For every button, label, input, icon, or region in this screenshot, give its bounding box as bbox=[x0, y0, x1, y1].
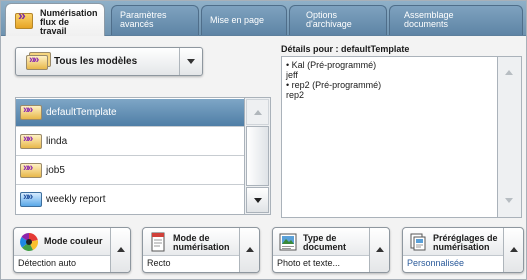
template-name: linda bbox=[46, 136, 68, 147]
color-mode-button[interactable]: Mode couleur Détection auto bbox=[13, 227, 131, 273]
tab-label: Paramètres avancés bbox=[120, 10, 167, 29]
chevron-down-icon[interactable] bbox=[179, 48, 202, 75]
chevron-up-icon[interactable] bbox=[369, 228, 389, 272]
chevron-up-icon[interactable] bbox=[239, 228, 259, 272]
tab-build-job[interactable]: Assemblage documents bbox=[389, 5, 523, 35]
scan-presets-icon bbox=[410, 233, 426, 251]
feature-header[interactable]: Préréglages de numérisation bbox=[403, 228, 504, 256]
feature-header[interactable]: Mode de numérisation bbox=[143, 228, 240, 256]
single-page-icon bbox=[151, 232, 165, 252]
list-item[interactable]: job5 bbox=[16, 157, 244, 185]
scan-mode-button[interactable]: Mode de numérisation Recto bbox=[142, 227, 260, 273]
scroll-down-button[interactable] bbox=[498, 189, 521, 213]
tab-label: Numérisation flux de travail bbox=[40, 8, 98, 36]
feature-value: Recto bbox=[147, 258, 171, 268]
template-filter-dropdown[interactable]: Tous les modèles bbox=[15, 47, 203, 76]
details-line: rep2 bbox=[286, 90, 305, 100]
tab-label: Mise en page bbox=[210, 15, 265, 25]
details-line: jeff bbox=[286, 70, 298, 80]
list-item[interactable]: linda bbox=[16, 128, 244, 156]
template-name: weekly report bbox=[46, 194, 106, 205]
template-blue-icon bbox=[20, 191, 42, 207]
tab-label: Assemblage documents bbox=[404, 10, 454, 29]
template-filter-value: Tous les modèles bbox=[54, 56, 138, 67]
template-list-scrollbar[interactable] bbox=[245, 97, 271, 215]
feature-title: Préréglages de numérisation bbox=[433, 233, 498, 252]
tab-layout[interactable]: Mise en page bbox=[201, 5, 287, 35]
document-type-button[interactable]: Type de document Photo et texte... bbox=[272, 227, 390, 273]
tab-advanced-settings[interactable]: Paramètres avancés bbox=[111, 5, 199, 35]
details-title: Détails pour : defaultTemplate bbox=[281, 44, 410, 54]
scroll-thumb[interactable] bbox=[246, 126, 269, 186]
tab-archive-options[interactable]: Options d'archivage bbox=[289, 5, 387, 35]
color-wheel-icon bbox=[20, 232, 39, 251]
details-scrollbar[interactable] bbox=[498, 56, 522, 218]
details-line: • rep2 (Pré-programmé) bbox=[286, 80, 382, 90]
feature-title: Mode de numérisation bbox=[173, 233, 230, 252]
scroll-down-button[interactable] bbox=[246, 187, 269, 213]
scan-workflow-screen: Numérisation flux de travail Paramètres … bbox=[0, 0, 527, 280]
feature-title: Mode couleur bbox=[44, 236, 103, 246]
template-icon bbox=[20, 104, 42, 120]
tab-workflow-scanning[interactable]: Numérisation flux de travail bbox=[5, 3, 105, 36]
scan-presets-button[interactable]: Préréglages de numérisation Personnalisé… bbox=[402, 227, 524, 273]
photo-document-icon bbox=[279, 233, 297, 251]
scroll-up-button[interactable] bbox=[498, 61, 521, 85]
template-name: defaultTemplate bbox=[46, 107, 117, 118]
feature-header[interactable]: Type de document bbox=[273, 228, 370, 256]
tab-label: Options d'archivage bbox=[306, 10, 352, 29]
details-line: • Kal (Pré-programmé) bbox=[286, 60, 377, 70]
feature-value: Personnalisée bbox=[407, 258, 465, 268]
template-list: defaultTemplate linda job5 weekly report bbox=[15, 97, 245, 215]
feature-header[interactable]: Mode couleur bbox=[14, 228, 111, 256]
template-icon bbox=[20, 162, 42, 178]
scroll-up-button[interactable] bbox=[246, 99, 269, 125]
template-icon bbox=[20, 133, 42, 149]
tab-bar: Numérisation flux de travail Paramètres … bbox=[1, 1, 526, 36]
chevron-up-icon[interactable] bbox=[503, 228, 523, 272]
list-item[interactable]: defaultTemplate bbox=[16, 99, 244, 127]
details-panel: • Kal (Pré-programmé) jeff • rep2 (Pré-p… bbox=[281, 56, 498, 218]
workflow-scan-icon bbox=[15, 11, 33, 29]
list-item[interactable]: weekly report bbox=[16, 186, 244, 214]
feature-title: Type de document bbox=[303, 233, 347, 252]
template-name: job5 bbox=[46, 165, 65, 176]
feature-value: Détection auto bbox=[18, 258, 77, 268]
feature-value: Photo et texte... bbox=[277, 258, 341, 268]
template-stack-icon bbox=[26, 54, 48, 70]
chevron-up-icon[interactable] bbox=[110, 228, 130, 272]
